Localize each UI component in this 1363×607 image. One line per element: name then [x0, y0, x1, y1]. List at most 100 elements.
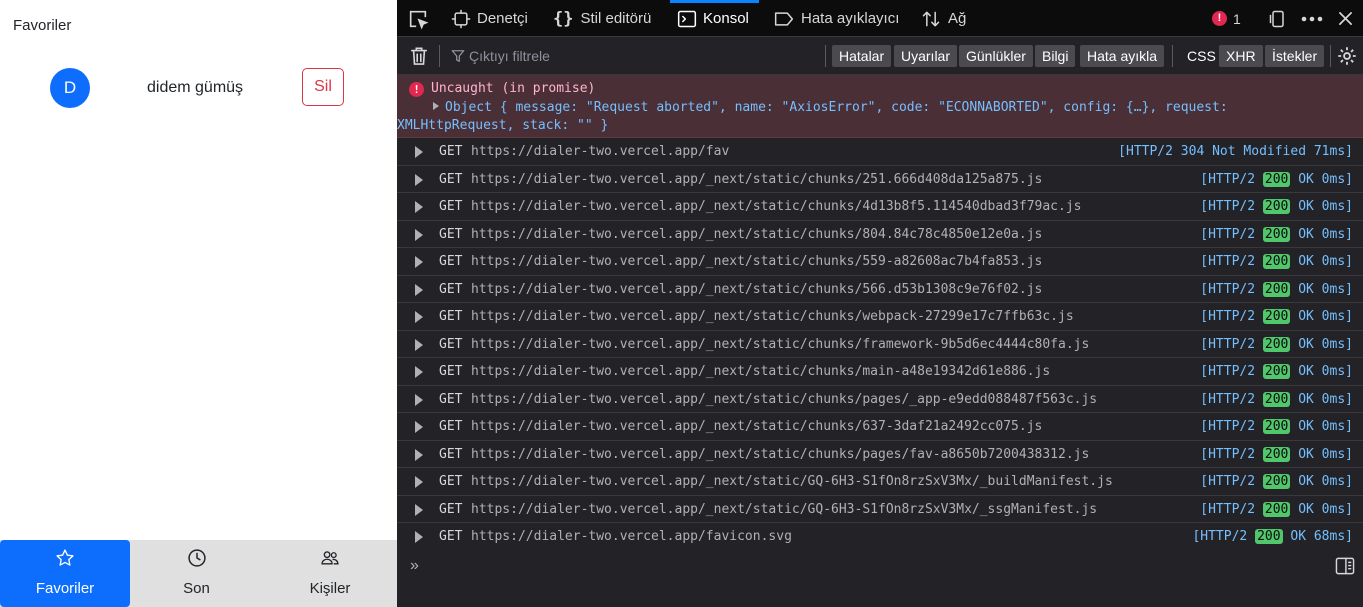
expand-arrow-icon[interactable]	[415, 448, 423, 461]
log-method: GET	[439, 199, 463, 214]
log-protocol: [HTTP/2	[1200, 281, 1256, 297]
log-row[interactable]: GET https://dialer-two.vercel.app/_next/s…	[397, 193, 1363, 221]
log-url[interactable]: https://dialer-two.vercel.app/_next/stat…	[471, 392, 1097, 407]
tab-console[interactable]: Konsol	[670, 0, 759, 37]
nav-recent[interactable]: Son	[130, 540, 263, 607]
tab-style-editor[interactable]: {} Stil editörü	[553, 0, 651, 37]
delete-button[interactable]: Sil	[302, 68, 344, 106]
log-protocol: [HTTP/2	[1200, 419, 1256, 434]
log-row[interactable]: GET https://dialer-two.vercel.app/_next/s…	[397, 386, 1363, 413]
log-row[interactable]: GET https://dialer-two.vercel.app/_next/s…	[397, 413, 1363, 441]
tab-inspector[interactable]: Denetçi	[451, 0, 528, 37]
settings-gear-icon[interactable]	[1335, 37, 1359, 75]
log-row[interactable]: GET https://dialer-two.vercel.app/_next/s…	[397, 303, 1363, 331]
log-url[interactable]: https://dialer-two.vercel.app/_next/stat…	[471, 502, 1097, 517]
filter-debug[interactable]: Hata ayıkla	[1080, 45, 1165, 67]
log-method: GET	[439, 226, 463, 242]
expand-arrow-icon[interactable]	[415, 531, 423, 543]
log-url[interactable]: https://dialer-two.vercel.app/_next/stat…	[471, 172, 1042, 187]
status-badge: 200	[1262, 199, 1291, 214]
console-input[interactable]: »	[397, 549, 1363, 607]
filter-info[interactable]: Bilgi	[1035, 45, 1076, 67]
log-row[interactable]: GET https://dialer-two.vercel.app/_next/s…	[397, 331, 1363, 358]
log-row[interactable]: GET https://dialer-two.vercel.app/_next/s…	[397, 248, 1363, 276]
log-row[interactable]: GET https://dialer-two.vercel.app/fav [HTT…	[397, 138, 1363, 166]
log-status: [HTTP/2 200 OK 0ms]	[1200, 501, 1353, 517]
expand-twisty-icon[interactable]	[433, 102, 439, 110]
tab-debugger[interactable]: Hata ayıklayıcı	[773, 0, 899, 37]
log-url[interactable]: https://dialer-two.vercel.app/_next/stat…	[471, 474, 1113, 489]
expand-arrow-icon[interactable]	[415, 256, 423, 268]
element-picker-icon[interactable]	[405, 0, 431, 37]
log-method: GET	[439, 474, 463, 489]
log-row[interactable]: GET https://dialer-two.vercel.app/_next/s…	[397, 496, 1363, 523]
log-row[interactable]: GET https://dialer-two.vercel.app/_next/s…	[397, 441, 1363, 468]
tab-network[interactable]: Ağ	[920, 0, 966, 37]
toolbar-divider	[825, 45, 826, 67]
log-url[interactable]: https://dialer-two.vercel.app/_next/stat…	[471, 364, 1050, 379]
expand-arrow-icon[interactable]	[415, 311, 423, 323]
dock-mode-icon[interactable]	[1265, 0, 1291, 37]
expand-arrow-icon[interactable]	[415, 146, 423, 158]
expand-arrow-icon[interactable]	[415, 393, 423, 406]
log-row[interactable]: GET https://dialer-two.vercel.app/_next/s…	[397, 468, 1363, 496]
expand-arrow-icon[interactable]	[415, 338, 423, 351]
page-title: Favoriler	[13, 17, 72, 34]
status-badge: 304	[1180, 144, 1205, 159]
log-url[interactable]: https://dialer-two.vercel.app/_next/stat…	[471, 254, 1042, 269]
contact-name[interactable]: didem gümüş	[147, 79, 243, 97]
log-url[interactable]: https://dialer-two.vercel.app/fav	[471, 144, 729, 159]
log-url[interactable]: https://dialer-two.vercel.app/_next/stat…	[471, 337, 1089, 352]
log-status: [HTTP/2 200 OK 68ms]	[1192, 529, 1353, 544]
filter-xhr[interactable]: XHR	[1219, 45, 1263, 67]
nav-favorites[interactable]: Favoriler	[0, 540, 130, 607]
expand-arrow-icon[interactable]	[415, 421, 423, 433]
status-badge: 200	[1262, 309, 1291, 324]
inspector-icon	[451, 9, 471, 28]
expand-arrow-icon[interactable]	[415, 228, 423, 241]
log-row[interactable]: GET https://dialer-two.vercel.app/_next/s…	[397, 221, 1363, 248]
close-icon[interactable]	[1333, 0, 1357, 37]
log-url[interactable]: https://dialer-two.vercel.app/_next/stat…	[471, 309, 1074, 324]
filter-css[interactable]: CSS	[1180, 45, 1223, 67]
filter-output-input[interactable]: Çıktıyı filtrele	[451, 46, 550, 66]
log-url[interactable]: https://dialer-two.vercel.app/_next/stat…	[471, 282, 1042, 297]
expand-arrow-icon[interactable]	[415, 366, 423, 378]
log-url[interactable]: https://dialer-two.vercel.app/_next/stat…	[471, 419, 1042, 434]
log-status-text: OK 0ms]	[1298, 474, 1353, 489]
trash-icon[interactable]	[407, 37, 431, 75]
error-counter[interactable]: ! 1	[1212, 0, 1241, 37]
sidebar-toggle-icon[interactable]	[1335, 557, 1355, 580]
expand-arrow-icon[interactable]	[415, 476, 423, 488]
log-row[interactable]: GET https://dialer-two.vercel.app/favicon…	[397, 523, 1363, 551]
log-status-text: OK 0ms]	[1298, 364, 1353, 379]
console-log-list: GET https://dialer-two.vercel.app/fav [HTT…	[397, 138, 1363, 551]
expand-arrow-icon[interactable]	[415, 201, 423, 213]
log-status: [HTTP/2 200 OK 0ms]	[1200, 199, 1353, 214]
log-row[interactable]: GET https://dialer-two.vercel.app/_next/s…	[397, 358, 1363, 386]
log-url[interactable]: https://dialer-two.vercel.app/_next/stat…	[471, 199, 1081, 214]
error-message: ! Uncaught (in promise) Object { message…	[397, 75, 1363, 138]
log-status-text: OK 0ms]	[1298, 446, 1353, 462]
log-url[interactable]: https://dialer-two.vercel.app/favicon.sv…	[471, 529, 792, 544]
expand-arrow-icon[interactable]	[415, 503, 423, 516]
bottom-nav: Favoriler Son Kişiler	[0, 540, 397, 607]
filter-errors[interactable]: Hatalar	[832, 45, 892, 67]
braces-icon: {}	[553, 8, 574, 29]
log-url[interactable]: https://dialer-two.vercel.app/_next/stat…	[471, 447, 1089, 462]
devtools-tabbar: Denetçi {} Stil editörü Konsol Hata ayık…	[397, 0, 1363, 37]
log-url[interactable]: https://dialer-two.vercel.app/_next/stat…	[471, 227, 1042, 242]
filter-requests[interactable]: İstekler	[1265, 45, 1325, 67]
nav-contacts[interactable]: Kişiler	[263, 540, 397, 607]
expand-arrow-icon[interactable]	[415, 283, 423, 296]
more-options-icon[interactable]	[1299, 0, 1325, 37]
log-row[interactable]: GET https://dialer-two.vercel.app/_next/s…	[397, 166, 1363, 193]
error-object[interactable]: Object { message: "Request aborted", nam…	[397, 99, 1331, 135]
status-badge: 200	[1262, 501, 1291, 517]
expand-arrow-icon[interactable]	[415, 173, 423, 186]
error-icon: !	[1212, 11, 1227, 26]
filter-logs[interactable]: Günlükler	[959, 45, 1033, 67]
log-status: [HTTP/2 304 Not Modified 71ms]	[1118, 144, 1353, 159]
log-row[interactable]: GET https://dialer-two.vercel.app/_next/s…	[397, 276, 1363, 303]
filter-warnings[interactable]: Uyarılar	[894, 45, 958, 67]
